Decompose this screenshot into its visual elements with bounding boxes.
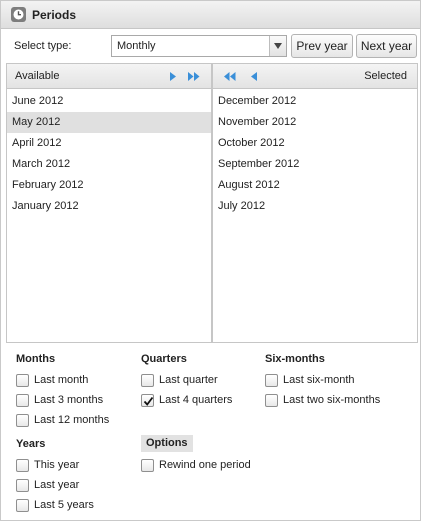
option-label: Last 3 months <box>34 394 104 406</box>
available-item[interactable]: April 2012 <box>7 133 211 154</box>
available-item[interactable]: June 2012 <box>7 91 211 112</box>
option-label: Rewind one period <box>159 459 251 471</box>
selected-items: December 2012 November 2012 October 2012 Se… <box>213 91 417 217</box>
selected-item[interactable]: November 2012 <box>213 112 417 133</box>
checkmark-icon <box>143 396 154 406</box>
available-item[interactable]: February 2012 <box>7 175 211 196</box>
checkbox[interactable] <box>16 394 29 407</box>
sixmonths-title: Six-months <box>265 353 325 365</box>
available-item[interactable]: January 2012 <box>7 196 211 217</box>
checkbox[interactable] <box>16 459 29 472</box>
available-header: Available <box>7 64 211 89</box>
selected-item[interactable]: August 2012 <box>213 175 417 196</box>
next-year-button[interactable]: Next year <box>356 34 417 58</box>
selected-item[interactable]: December 2012 <box>213 91 417 112</box>
years-title: Years <box>16 438 46 450</box>
available-items: June 2012 May 2012 April 2012 March 2012 Feb… <box>7 91 211 217</box>
panel-title: Periods <box>32 8 77 22</box>
option-label: Last two six-months <box>283 394 381 406</box>
available-label: Available <box>15 70 60 82</box>
clock-icon <box>11 7 26 22</box>
option-label: Last quarter <box>159 374 218 386</box>
checkbox[interactable] <box>16 414 29 427</box>
prev-year-button[interactable]: Prev year <box>291 34 353 58</box>
option-label: Last 4 quarters <box>159 394 233 406</box>
checkbox[interactable] <box>141 459 154 472</box>
options-title: Options <box>141 435 193 452</box>
option-label: Last 5 years <box>34 499 94 511</box>
checkbox[interactable] <box>265 374 278 387</box>
period-type-select[interactable]: Monthly <box>111 35 287 57</box>
checkbox[interactable] <box>141 374 154 387</box>
selected-list: Selected December 2012 November 2012 Octob… <box>212 63 418 343</box>
checkbox[interactable] <box>265 394 278 407</box>
checkbox[interactable] <box>16 499 29 512</box>
option-label: Last month <box>34 374 89 386</box>
period-type-value: Monthly <box>117 40 156 52</box>
selected-item[interactable]: October 2012 <box>213 133 417 154</box>
dropdown-arrow[interactable] <box>269 36 286 56</box>
quarters-title: Quarters <box>141 353 187 365</box>
chevron-down-icon <box>274 43 282 49</box>
checkbox[interactable] <box>141 394 154 407</box>
available-item[interactable]: May 2012 <box>7 112 211 133</box>
move-all-right-icon[interactable] <box>187 71 201 82</box>
move-right-icon[interactable] <box>167 71 179 82</box>
option-label: Last year <box>34 479 80 491</box>
move-all-left-icon[interactable] <box>223 71 237 82</box>
select-type-label: Select type: <box>14 40 72 52</box>
available-item[interactable]: March 2012 <box>7 154 211 175</box>
checkbox[interactable] <box>16 374 29 387</box>
checkbox[interactable] <box>16 479 29 492</box>
panel-header: Periods <box>1 1 420 29</box>
periods-panel: Periods Select type: Monthly Prev year N… <box>0 0 421 521</box>
option-label: This year <box>34 459 80 471</box>
selected-item[interactable]: July 2012 <box>213 196 417 217</box>
selected-item[interactable]: September 2012 <box>213 154 417 175</box>
selected-header: Selected <box>213 64 417 89</box>
months-title: Months <box>16 353 56 365</box>
option-label: Last 12 months <box>34 414 110 426</box>
selected-label: Selected <box>364 70 407 82</box>
move-left-icon[interactable] <box>248 71 260 82</box>
available-list: Available June 2012 May 2012 April 2012 Mar… <box>6 63 212 343</box>
option-label: Last six-month <box>283 374 355 386</box>
